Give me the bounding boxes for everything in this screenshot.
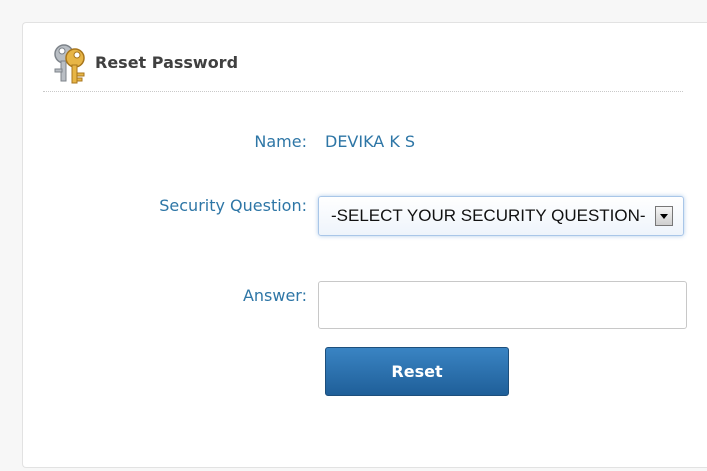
security-question-label: Security Question: [159,196,307,215]
reset-button[interactable]: Reset [325,347,509,396]
page-title: Reset Password [95,53,239,72]
name-label: Name: [254,132,307,151]
answer-input[interactable] [318,281,687,329]
reset-password-panel: Reset Password [22,22,707,468]
keys-icon [51,43,89,85]
security-question-select[interactable]: -SELECT YOUR SECURITY QUESTION- [318,196,684,236]
panel-header: Reset Password [43,41,683,92]
chevron-down-icon[interactable] [655,206,673,226]
name-value: DEVIKA K S [325,132,416,151]
security-question-selected-value: -SELECT YOUR SECURITY QUESTION- [331,206,646,225]
answer-label: Answer: [242,286,307,305]
